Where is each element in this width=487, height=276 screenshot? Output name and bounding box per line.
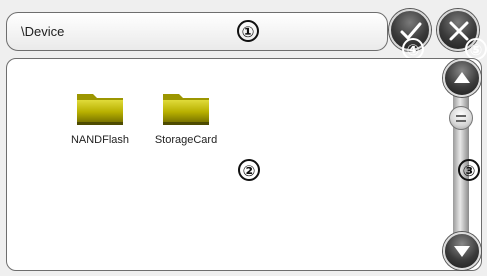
folder-label: StorageCard <box>154 134 218 146</box>
callout-1: ① <box>237 20 259 42</box>
arrow-down-icon <box>454 246 470 257</box>
callout-5: ⑤ <box>465 38 487 60</box>
folder-item-storagecard[interactable]: StorageCard <box>146 88 226 146</box>
close-icon <box>449 21 469 41</box>
current-path: \Device <box>21 24 65 39</box>
folder-item-nandflash[interactable]: NANDFlash <box>60 88 140 146</box>
scroll-up-button[interactable] <box>443 59 481 97</box>
folder-icon <box>163 94 209 125</box>
path-bar[interactable]: \Device <box>6 12 388 51</box>
folder-label: NANDFlash <box>70 134 130 146</box>
arrow-up-icon <box>454 72 470 83</box>
scrollbar-thumb[interactable] <box>449 106 473 130</box>
callout-4: ④ <box>402 38 424 60</box>
callout-2: ② <box>238 159 260 181</box>
scroll-down-button[interactable] <box>443 232 481 270</box>
callout-3: ③ <box>458 159 480 181</box>
folder-icon <box>77 94 123 125</box>
